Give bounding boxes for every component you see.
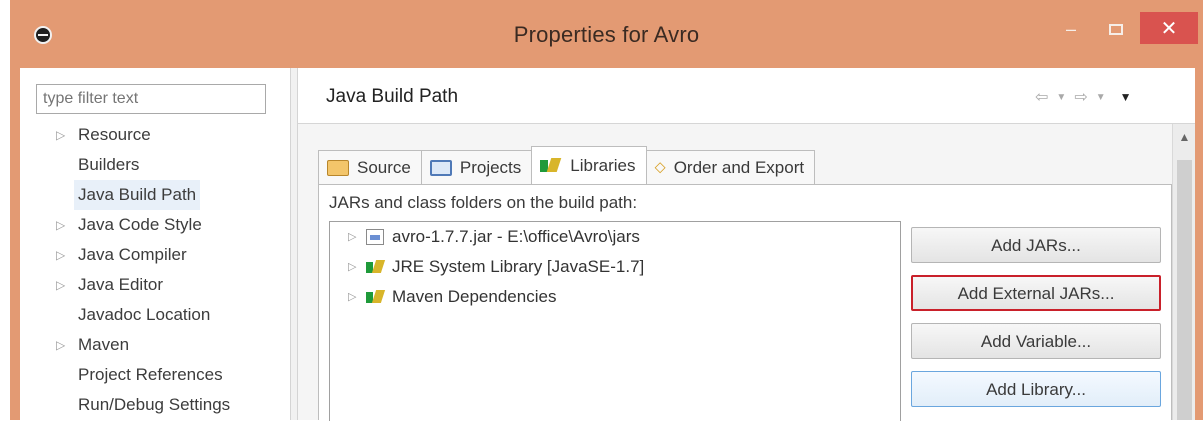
tab-projects[interactable]: Projects [420,150,533,184]
history-nav: ⇦ ▼ ⇨ ▼ ▼ [1035,84,1185,110]
nav-tree: ▷ Resource Builders Java Build Path ▷ Java… [20,120,290,420]
back-arrow-icon[interactable]: ⇦ [1035,87,1048,107]
window-title: Properties for Avro [513,22,700,47]
nav-item-maven[interactable]: ▷ Maven [20,330,290,360]
tab-order-and-export[interactable]: ⬦ Order and Export [645,150,816,184]
scroll-up-icon[interactable]: ▲ [1173,130,1196,144]
nav-item-label: Java Code Style [78,215,202,234]
tree-item-maven-dependencies[interactable]: ▷ Maven Dependencies [330,282,900,312]
nav-item-builders[interactable]: Builders [20,150,290,180]
nav-item-label: Project References [78,365,223,384]
expand-arrow-icon[interactable]: ▷ [56,330,65,360]
library-icon [366,289,384,305]
tree-item-label: JRE System Library [JavaSE-1.7] [392,257,645,276]
forward-arrow-icon[interactable]: ⇨ [1074,87,1087,107]
libraries-tab-panel: JARs and class folders on the build path… [318,184,1172,421]
tree-item-label: Maven Dependencies [392,287,557,306]
libraries-icon [540,158,562,174]
tab-libraries[interactable]: Libraries [531,146,647,184]
library-icon [366,259,384,275]
forward-dropdown-icon[interactable]: ▼ [1096,92,1106,103]
order-export-icon: ⬦ [654,158,666,176]
minimize-button[interactable]: – [1050,16,1092,42]
nav-item-label: Resource [78,125,151,144]
maximize-button[interactable] [1095,16,1137,42]
filter-input[interactable] [36,84,266,114]
nav-item-java-compiler[interactable]: ▷ Java Compiler [20,240,290,270]
nav-item-javadoc-location[interactable]: Javadoc Location [20,300,290,330]
title-bar[interactable]: Properties for Avro – ✕ [10,0,1203,68]
pane-splitter[interactable] [290,68,298,420]
nav-item-resource[interactable]: ▷ Resource [20,120,290,150]
jar-icon [366,229,384,245]
add-library-button[interactable]: Add Library... [911,371,1161,407]
properties-nav: ▷ Resource Builders Java Build Path ▷ Java… [20,68,290,420]
expand-arrow-icon[interactable]: ▷ [348,252,358,282]
tab-label: Source [357,157,411,177]
close-button[interactable]: ✕ [1140,12,1198,44]
back-dropdown-icon[interactable]: ▼ [1056,92,1066,103]
nav-item-project-references[interactable]: Project References [20,360,290,390]
nav-item-label: Java Build Path [74,180,201,210]
tab-label: Projects [459,157,522,177]
build-path-tabs: Source Projects Libraries ⬦ Order and Ex… [318,146,816,184]
add-jars-button[interactable]: Add JARs... [911,227,1161,263]
tree-item-label: avro-1.7.7.jar - E:\office\Avro\jars [392,227,640,246]
tab-source[interactable]: Source [318,150,422,184]
nav-item-label: Maven [78,335,130,354]
tree-item-avro-jar[interactable]: ▷ avro-1.7.7.jar - E:\office\Avro\jars [330,222,900,252]
build-path-label: JARs and class folders on the build path… [329,193,638,212]
nav-item-java-build-path[interactable]: Java Build Path [20,180,290,210]
projects-folder-icon [429,159,452,176]
expand-arrow-icon[interactable]: ▷ [56,210,65,240]
expand-arrow-icon[interactable]: ▷ [56,240,65,270]
nav-item-label: Run/Debug Settings [78,395,231,414]
view-menu-icon[interactable]: ▼ [1120,90,1132,104]
nav-item-label: Java Compiler [78,245,187,264]
scroll-thumb[interactable] [1177,160,1192,420]
vertical-scrollbar[interactable]: ▲ [1172,124,1195,420]
nav-item-label: Javadoc Location [78,305,211,324]
add-external-jars-button[interactable]: Add External JARs... [911,275,1161,311]
source-folder-icon [327,159,349,176]
nav-item-label: Builders [78,155,140,174]
expand-arrow-icon[interactable]: ▷ [348,282,358,312]
nav-item-label: Java Editor [78,275,164,294]
add-variable-button[interactable]: Add Variable... [911,323,1161,359]
page-title: Java Build Path [326,86,459,107]
properties-page: Java Build Path ⇦ ▼ ⇨ ▼ ▼ Source Project… [298,68,1195,421]
properties-window: Properties for Avro – ✕ ▷ Resource Builde… [10,0,1203,421]
build-path-tree[interactable]: ▷ avro-1.7.7.jar - E:\office\Avro\jars ▷… [329,221,901,421]
nav-item-java-code-style[interactable]: ▷ Java Code Style [20,210,290,240]
tree-item-jre-system-library[interactable]: ▷ JRE System Library [JavaSE-1.7] [330,252,900,282]
expand-arrow-icon[interactable]: ▷ [348,222,358,252]
maximize-icon [1109,23,1123,35]
expand-arrow-icon[interactable]: ▷ [56,120,65,150]
tab-label: Libraries [570,155,636,175]
expand-arrow-icon[interactable]: ▷ [56,270,65,300]
tab-label: Order and Export [673,157,805,177]
nav-item-java-editor[interactable]: ▷ Java Editor [20,270,290,300]
dialog-client-area: ▷Resource Builders Java Build Path ▷Java… [20,68,1195,421]
nav-item-run-debug-settings[interactable]: Run/Debug Settings [20,390,290,420]
